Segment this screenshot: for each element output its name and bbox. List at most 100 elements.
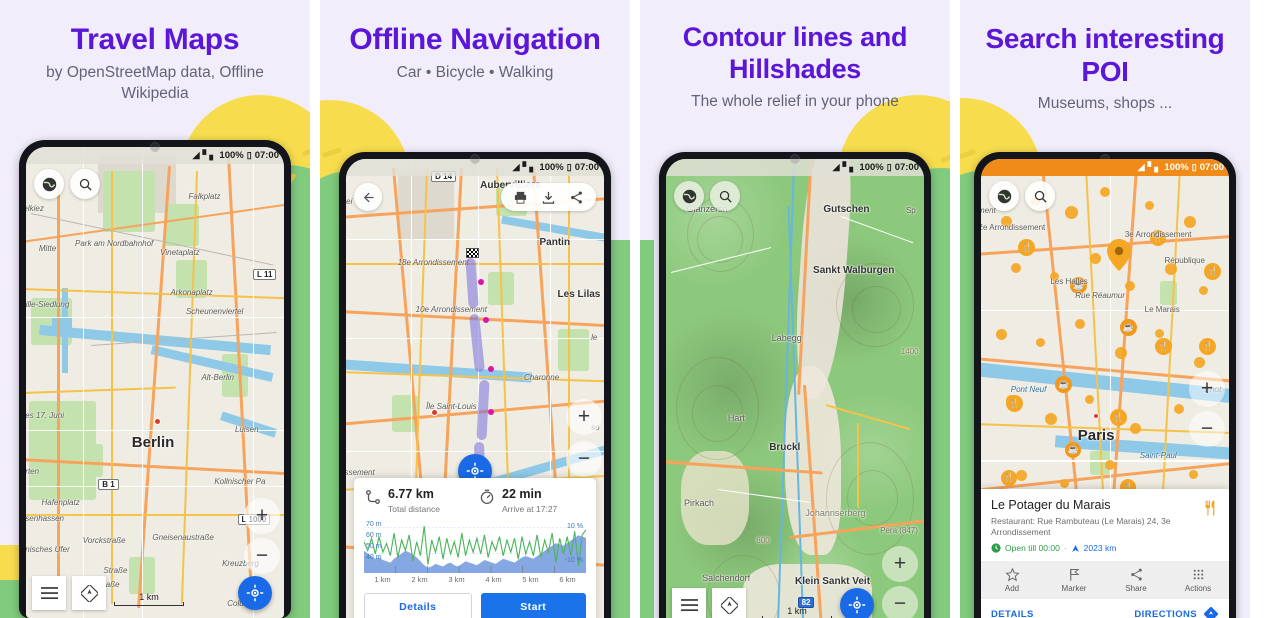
restaurant-icon[interactable]: 🍴 <box>1000 469 1017 486</box>
restaurant-icon[interactable]: 🍴 <box>1154 337 1172 355</box>
my-location-icon[interactable] <box>238 576 272 610</box>
poi-dot[interactable] <box>1174 403 1185 414</box>
poi-dot[interactable] <box>1114 347 1127 360</box>
poi-dot[interactable] <box>1060 479 1070 489</box>
poi-dot[interactable] <box>1189 469 1199 479</box>
cafe-icon[interactable]: ☕ <box>1119 319 1137 337</box>
poi-action-marker[interactable]: Marker <box>1043 567 1105 593</box>
map-label: Vinetaplatz <box>160 248 200 258</box>
search-icon[interactable] <box>1025 181 1055 211</box>
poi-dot[interactable] <box>1194 356 1206 368</box>
zoom-out-button[interactable]: − <box>566 441 602 477</box>
zoom-out-button[interactable]: − <box>1189 411 1225 447</box>
poi-dot[interactable] <box>1144 201 1154 211</box>
map-canvas-terrain[interactable]: Sankt Walburgen Gutschen Labegg Bruckl H… <box>666 159 924 618</box>
poi-action-share[interactable]: Share <box>1105 567 1167 593</box>
restaurant-icon[interactable]: 🍴 <box>1199 337 1217 355</box>
map-label: Pont Neuf <box>1010 385 1047 395</box>
phone-mockup: Berlin Mitte Park am Nordbahnhof Falkpla… <box>19 140 291 618</box>
restaurant-icon[interactable]: 🍴 <box>1005 394 1023 412</box>
poi-dot[interactable] <box>1035 337 1045 347</box>
share-icon[interactable] <box>569 190 584 205</box>
route-duration-label: Arrive at 17:27 <box>502 504 558 514</box>
poi-dot[interactable] <box>1129 422 1141 434</box>
poi-dot[interactable] <box>1045 413 1058 426</box>
cafe-icon[interactable]: ☕ <box>1055 375 1073 393</box>
print-icon[interactable] <box>513 190 528 205</box>
battery-icon: ▯ <box>1191 162 1197 172</box>
hamburger-menu-icon[interactable] <box>672 588 706 618</box>
globe-icon[interactable] <box>674 181 704 211</box>
globe-icon[interactable] <box>34 169 64 199</box>
map-scale-label: 1 km <box>787 606 807 616</box>
directions-diamond-icon[interactable] <box>1203 606 1219 618</box>
map-label: Park am Nordbahnhof <box>75 238 154 248</box>
phone-screen: 🍴 🍴 🍴 ☕ ☕ 🍴 🍴 🍴 ☕ 🍴 🍴 ☕ 🍴 🍴 <box>981 159 1229 618</box>
poi-dot[interactable] <box>1124 281 1135 292</box>
my-location-icon[interactable] <box>840 588 874 618</box>
phone-screen: Sankt Walburgen Gutschen Labegg Bruckl H… <box>666 159 924 618</box>
poi-action-actions[interactable]: Actions <box>1167 567 1229 593</box>
phone-mockup: Sankt Walburgen Gutschen Labegg Bruckl H… <box>659 152 931 618</box>
poi-dot[interactable] <box>1065 206 1079 220</box>
restaurant-icon[interactable]: 🍴 <box>1109 408 1127 426</box>
battery-icon: ▯ <box>566 162 572 172</box>
phone-screen: Aubervilliers Pantin Les Lilas 18e Arron… <box>346 159 604 618</box>
selected-poi-pin[interactable] <box>1107 239 1132 272</box>
poi-dot[interactable] <box>1085 394 1095 404</box>
clock: 07:00 <box>894 162 919 173</box>
poi-action-add[interactable]: Add <box>981 567 1043 593</box>
poi-dot[interactable] <box>1075 319 1086 330</box>
globe-icon[interactable] <box>989 181 1019 211</box>
wifi-icon: ◢ <box>192 150 200 160</box>
poi-dot[interactable] <box>1184 215 1197 228</box>
poi-dot[interactable] <box>1015 469 1027 481</box>
compass-icon[interactable] <box>72 576 106 610</box>
poi-info-card: Le Potager du Marais Restaurant: Rue Ram… <box>981 488 1229 618</box>
poi-dot[interactable] <box>1090 253 1102 265</box>
back-arrow-icon[interactable] <box>354 183 382 211</box>
route-waypoint <box>487 408 494 415</box>
search-icon[interactable] <box>70 169 100 199</box>
zoom-in-button[interactable]: + <box>244 498 280 534</box>
compass-icon[interactable] <box>712 588 746 618</box>
elev-y-tick: 50 m <box>366 543 382 550</box>
panel-heading: Contour lines and Hillshades The whole r… <box>640 0 950 112</box>
poi-dot[interactable] <box>1100 187 1111 198</box>
poi-dot[interactable] <box>995 328 1007 340</box>
zoom-out-button[interactable]: − <box>244 538 280 574</box>
finish-flag-icon <box>465 248 479 259</box>
restaurant-icon[interactable]: 🍴 <box>1018 239 1036 257</box>
search-icon[interactable] <box>710 181 740 211</box>
zoom-in-button[interactable]: + <box>566 399 602 435</box>
poi-dot[interactable] <box>1154 328 1164 338</box>
details-button[interactable]: Details <box>364 593 472 618</box>
poi-action-label: Share <box>1125 584 1147 593</box>
details-link[interactable]: DETAILS <box>991 609 1034 618</box>
restaurant-icon[interactable]: 🍴 <box>1204 262 1222 280</box>
route-stats: 6.77 km Total distance 22 min Arrive at … <box>364 487 586 514</box>
battery-icon: ▯ <box>246 150 252 160</box>
directions-link[interactable]: DIRECTIONS <box>1134 609 1197 618</box>
poi-dot[interactable] <box>1199 286 1209 296</box>
map-label: République <box>1164 255 1205 265</box>
x-tick: 3 km <box>448 575 465 584</box>
zoom-out-button[interactable]: − <box>882 586 918 618</box>
poi-dot[interactable] <box>1010 262 1021 273</box>
page-subtitle: The whole relief in your phone <box>691 92 899 110</box>
star-icon <box>1004 567 1020 582</box>
hamburger-menu-icon[interactable] <box>32 576 66 610</box>
map-label: des 17. Juni <box>26 410 64 420</box>
road-shield: L 11 <box>253 269 277 281</box>
download-icon[interactable] <box>541 190 556 205</box>
wifi-icon: ◢ <box>1137 162 1145 172</box>
map-label: Les Halles <box>1050 276 1088 286</box>
route-summary-card: 6.77 km Total distance 22 min Arrive at … <box>354 478 596 618</box>
zoom-in-button[interactable]: + <box>1189 371 1225 407</box>
map-label: 600 <box>756 535 770 545</box>
android-status-bar: ◢ ▘▖ 100% ▯ 07:00 <box>346 159 604 176</box>
zoom-in-button[interactable]: + <box>882 546 918 582</box>
start-button[interactable]: Start <box>480 593 586 618</box>
panel-contour-hillshades: Contour lines and Hillshades The whole r… <box>640 0 950 618</box>
wifi-icon: ◢ <box>512 162 520 172</box>
